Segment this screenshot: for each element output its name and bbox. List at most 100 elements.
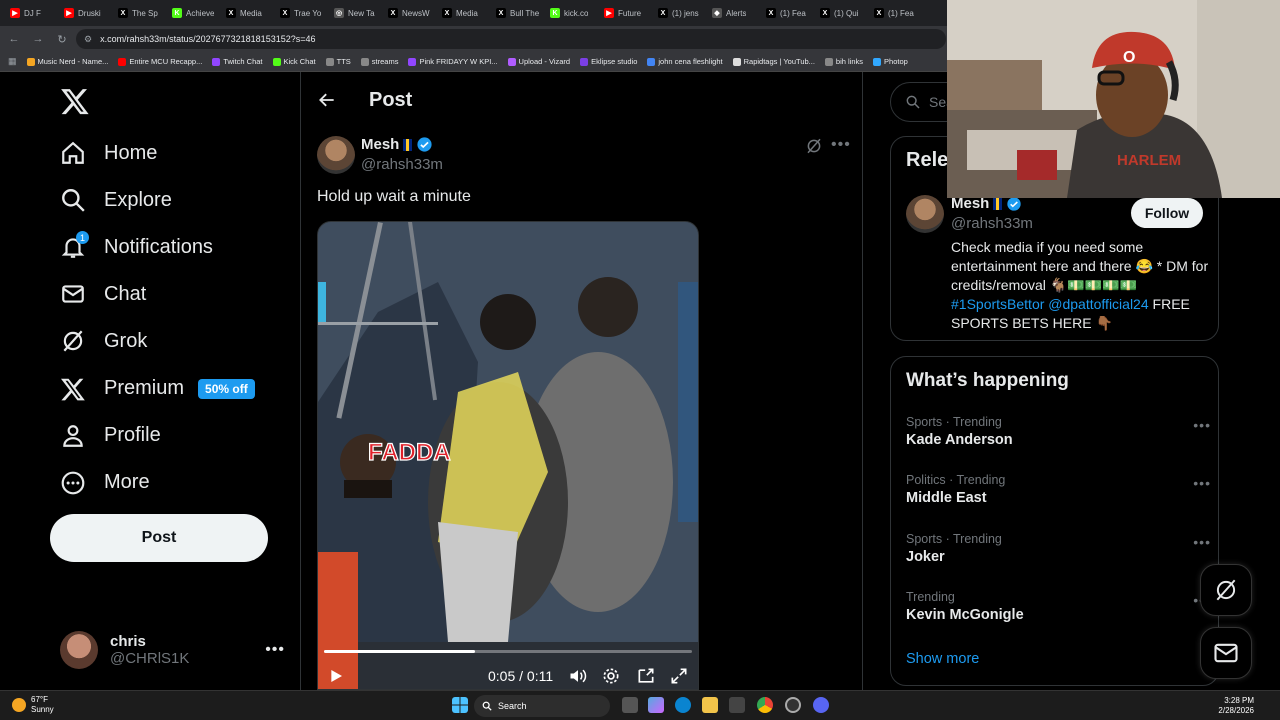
reload-icon[interactable]: ↻ [56,33,68,46]
fullscreen-icon[interactable] [669,666,689,686]
more-circle-icon [60,470,86,496]
picture-in-picture-icon[interactable] [636,666,656,686]
messages-fab-button[interactable] [1200,627,1252,679]
account-switcher[interactable]: chris @CHRlS1K ••• [60,628,285,672]
post-button[interactable]: Post [50,514,268,562]
browser-tab[interactable]: X NewsW [384,2,438,24]
copilot-icon[interactable] [648,697,664,713]
nav-item-home[interactable]: Home [60,133,157,173]
grok-fab-button[interactable] [1200,564,1252,616]
bookmark-favicon-icon [360,57,369,66]
nav-item-label: Premium [104,377,185,399]
browser-tab[interactable]: Kkick.co [546,2,600,24]
tab-favicon-icon: K [550,8,560,18]
more-dots-icon[interactable]: ••• [1193,475,1211,491]
trend-item[interactable]: Sports · Trending Kade Anderson ••• [906,415,1211,459]
windows-start-icon[interactable] [452,697,468,713]
bookmark-item[interactable]: Pink FRIDAYY W KPI... [408,57,498,66]
relevant-avatar[interactable] [906,195,944,233]
webcam-feed: HARLEM O [947,0,1280,198]
browser-tab[interactable]: X The Sp [114,2,168,24]
bookmark-item[interactable]: Upload - Vizard [507,57,570,66]
taskbar-search[interactable]: Search [474,695,610,717]
bookmark-item[interactable]: Kick Chat [272,57,316,66]
trend-item[interactable]: TrendingKevin McGonigle••• [906,590,1211,634]
browser-tab[interactable]: X Media [222,2,276,24]
nav-item-profile[interactable]: Profile [60,416,161,456]
weather-temp: 67°F [31,695,48,704]
volume-icon[interactable] [568,666,588,686]
browser-tab[interactable]: ▶ Future [600,2,654,24]
nav-item-explore[interactable]: Explore [60,180,172,220]
bookmark-item[interactable]: Rapidtags | YouTub... [732,57,815,66]
browser-tab[interactable]: X (1) Fea [870,2,924,24]
bookmark-item[interactable]: Twitch Chat [212,57,263,66]
browser-tab[interactable]: X Media [438,2,492,24]
bookmark-item[interactable]: bih links [824,57,863,66]
play-icon[interactable] [328,668,344,684]
browser-tab[interactable]: X (1) Fea [762,2,816,24]
chrome-icon[interactable] [757,697,773,713]
browser-tab[interactable]: X (1) jens [654,2,708,24]
task-view-icon[interactable] [622,697,638,713]
more-dots-icon[interactable]: ••• [1193,534,1211,550]
file-explorer-icon[interactable] [702,697,718,713]
browser-tab[interactable]: ◆ Alerts [708,2,762,24]
show-more-link[interactable]: Show more [906,651,979,667]
trend-topic: Kevin McGonigle [906,606,1024,623]
bookmark-item[interactable]: Music Nerd - Name... [26,57,108,66]
back-arrow-icon[interactable] [317,90,337,110]
browser-tab[interactable]: X Trae Yo [276,2,330,24]
browser-tab[interactable]: K Achieve [168,2,222,24]
nav-item-premium[interactable]: Premium 50% off [60,369,255,409]
address-bar[interactable]: ⚙ x.com/rahsh33m/status/2027677321818153… [76,29,946,49]
video-progress-bar[interactable] [324,650,692,653]
browser-tab[interactable]: X (1) Qui [816,2,870,24]
nav-item-chat[interactable]: Chat [60,274,146,314]
settings-gear-icon[interactable] [601,666,621,686]
author-avatar[interactable] [317,136,355,174]
browser-tab[interactable]: X Bull The [492,2,546,24]
x-logo-icon[interactable] [60,86,90,116]
weather-widget[interactable]: 67°F Sunny [12,695,54,715]
video-player[interactable]: FADDA 0:05 / 0:11 [317,221,699,690]
discord-icon[interactable] [813,697,829,713]
more-dots-icon[interactable]: ••• [831,136,851,154]
windows-taskbar: 67°F Sunny Search 3:28 PM 2/28/2026 [0,690,1280,720]
bookmark-item[interactable]: Photop [873,57,908,66]
author-name[interactable]: Mesh [361,136,433,153]
system-clock[interactable]: 3:28 PM 2/28/2026 [1218,696,1254,716]
more-dots-icon[interactable]: ••• [265,641,285,659]
bookmark-label: streams [371,57,399,66]
bookmark-item[interactable]: Eklipse studio [580,57,637,66]
bookmark-item[interactable]: streams [360,57,399,66]
trend-item[interactable]: Politics · Trending Middle East ••• [906,473,1211,517]
verified-badge-icon [417,137,432,152]
nav-item-notifications[interactable]: 1 Notifications [60,227,213,267]
browser-tab[interactable]: ◎ New Ta [330,2,384,24]
bio-link[interactable]: #1SportsBettor @dpattofficial24 [951,296,1149,312]
edge-icon[interactable] [675,697,691,713]
forward-nav-icon[interactable]: → [32,33,44,45]
site-info-icon[interactable]: ⚙ [84,34,92,45]
follow-button[interactable]: Follow [1131,198,1203,228]
obs-icon[interactable] [785,697,801,713]
nav-item-more[interactable]: More [60,463,150,503]
browser-tab[interactable]: ▶ DJ F [6,2,60,24]
back-nav-icon[interactable]: ← [8,33,20,45]
nav-item-grok[interactable]: Grok [60,321,147,361]
browser-tab[interactable]: ▶ Druski [60,2,114,24]
person-icon [60,423,86,449]
bookmark-item[interactable]: john cena fleshlight [647,57,723,66]
flag-icon [993,197,1003,210]
apps-grid-icon[interactable]: ▦ [8,56,17,67]
whats-happening-title: What’s happening [906,370,1069,391]
post-text: Hold up wait a minute [317,188,471,205]
bookmark-item[interactable]: TTS [325,57,351,66]
url-text: x.com/rahsh33m/status/202767732181815315… [100,34,316,44]
store-icon[interactable] [729,697,745,713]
more-dots-icon[interactable]: ••• [1193,417,1211,433]
grok-icon[interactable] [805,137,823,155]
trend-item[interactable]: Sports · Trending Joker ••• [906,532,1211,576]
bookmark-item[interactable]: Entire MCU Recapp... [118,57,202,66]
